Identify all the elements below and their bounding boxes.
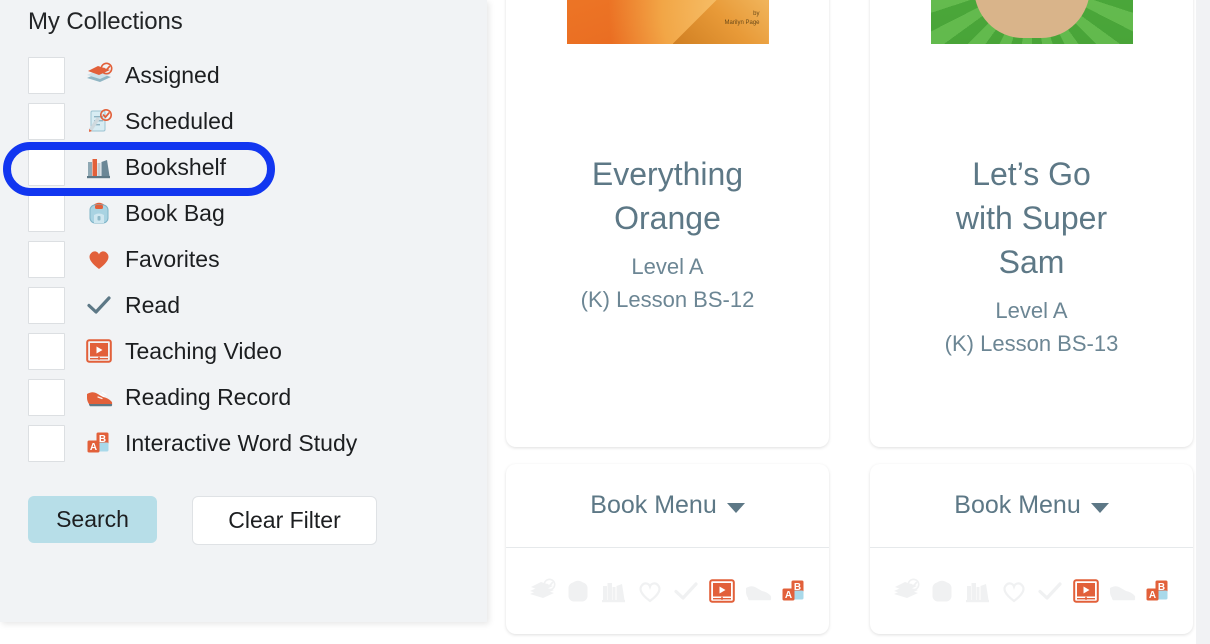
book-menu-dropdown[interactable]: Book Menu bbox=[870, 464, 1193, 548]
play-video-icon bbox=[85, 337, 113, 365]
book-title-line: with Super bbox=[955, 200, 1108, 237]
collection-label: Reading Record bbox=[125, 383, 292, 410]
book-lesson: (K) Lesson BS-12 bbox=[580, 287, 755, 313]
collection-label: Bookshelf bbox=[125, 153, 227, 180]
status-bookshelf-icon[interactable] bbox=[599, 576, 629, 606]
book-menu-card: Book Menu B A bbox=[870, 464, 1193, 634]
search-button[interactable]: Search bbox=[28, 496, 157, 543]
status-heart-icon[interactable] bbox=[635, 576, 665, 606]
status-checkmark-icon[interactable] bbox=[671, 576, 701, 606]
status-assigned-books-icon[interactable] bbox=[527, 576, 557, 606]
book-menu-card: Book Menu B A bbox=[506, 464, 829, 634]
scheduled-clipboard-icon bbox=[85, 107, 113, 135]
heart-icon bbox=[85, 245, 113, 273]
collection-filter-row-book-bag[interactable]: Book Bag bbox=[0, 190, 487, 236]
status-backpack-icon[interactable] bbox=[563, 576, 593, 606]
book-status-icons: B A bbox=[506, 548, 829, 634]
collection-label: Interactive Word Study bbox=[125, 429, 358, 456]
book-title-line: Sam bbox=[998, 244, 1065, 281]
status-assigned-books-icon[interactable] bbox=[891, 576, 921, 606]
book-title-line: Everything bbox=[591, 156, 744, 192]
collection-filter-row-scheduled[interactable]: Scheduled bbox=[0, 98, 487, 144]
status-heart-icon[interactable] bbox=[999, 576, 1029, 606]
backpack-icon bbox=[85, 199, 113, 227]
book-column-0: Orange byMarilyn Page bbox=[506, 0, 829, 644]
chevron-down-icon bbox=[1090, 503, 1109, 513]
collection-checkbox-4[interactable] bbox=[28, 240, 65, 278]
book-lesson: (K) Lesson BS-13 bbox=[944, 331, 1119, 357]
collection-filter-row-interactive-word-study[interactable]: B A Interactive Word Study bbox=[0, 420, 487, 466]
collection-filter-row-bookshelf[interactable]: Bookshelf bbox=[0, 144, 487, 190]
collection-filter-row-favorites[interactable]: Favorites bbox=[0, 236, 487, 282]
status-play-video-icon[interactable] bbox=[1071, 576, 1101, 606]
book-menu-label: Book Menu bbox=[590, 491, 717, 519]
collection-filter-row-teaching-video[interactable]: Teaching Video bbox=[0, 328, 487, 374]
status-ab-blocks-icon[interactable]: B A bbox=[779, 576, 809, 606]
status-running-shoe-icon[interactable] bbox=[1107, 576, 1137, 606]
collection-filter-row-read[interactable]: Read bbox=[0, 282, 487, 328]
book-card[interactable]: LET'S GO WITH SUPER SAM Illustrated by R… bbox=[870, 0, 1193, 447]
book-menu-label: Book Menu bbox=[954, 491, 1081, 519]
clear-filter-button[interactable]: Clear Filter bbox=[192, 496, 377, 545]
status-running-shoe-icon[interactable] bbox=[743, 576, 773, 606]
right-gutter bbox=[1196, 0, 1210, 644]
book-cover-image: Orange byMarilyn Page bbox=[566, 0, 769, 44]
book-menu-dropdown[interactable]: Book Menu bbox=[506, 464, 829, 548]
svg-text:A: A bbox=[1148, 590, 1155, 601]
book-cover-wrapper: LET'S GO WITH SUPER SAM Illustrated by R… bbox=[870, 0, 1193, 44]
book-column-1: LET'S GO WITH SUPER SAM Illustrated by R… bbox=[870, 0, 1193, 644]
status-play-video-icon[interactable] bbox=[707, 576, 737, 606]
checkmark-icon bbox=[85, 291, 113, 319]
ab-blocks-icon: B A bbox=[85, 429, 113, 457]
collection-label: Scheduled bbox=[125, 107, 234, 134]
book-card[interactable]: Orange byMarilyn Page bbox=[506, 0, 829, 447]
bookshelf-icon bbox=[85, 153, 113, 181]
collection-label: Assigned bbox=[125, 61, 220, 88]
collections-filter-list: Assigned Scheduled Bookshelf Book Bag Fa… bbox=[0, 52, 487, 466]
status-checkmark-icon[interactable] bbox=[1035, 576, 1065, 606]
svg-text:A: A bbox=[90, 442, 97, 453]
collection-checkbox-2[interactable] bbox=[28, 148, 65, 186]
book-title: Everything Orange bbox=[524, 152, 811, 240]
book-cover-image: LET'S GO WITH SUPER SAM Illustrated by R… bbox=[930, 0, 1133, 44]
book-status-icons: B A bbox=[870, 548, 1193, 634]
book-title-line: Orange bbox=[614, 200, 721, 237]
book-title-line: Let’s Go bbox=[972, 156, 1091, 192]
status-ab-blocks-icon[interactable]: B A bbox=[1143, 576, 1173, 606]
running-shoe-icon bbox=[85, 383, 113, 411]
collection-checkbox-5[interactable] bbox=[28, 286, 65, 324]
collection-checkbox-3[interactable] bbox=[28, 194, 65, 232]
collection-checkbox-0[interactable] bbox=[28, 56, 65, 94]
collection-checkbox-1[interactable] bbox=[28, 102, 65, 140]
book-details: Let’s Go with Super Sam Level A (K) Lesson… bbox=[870, 152, 1193, 357]
collection-checkbox-7[interactable] bbox=[28, 378, 65, 416]
book-details: Everything Orange Level A (K) Lesson BS-1… bbox=[506, 152, 829, 313]
status-bookshelf-icon[interactable] bbox=[963, 576, 993, 606]
collection-label: Read bbox=[125, 291, 180, 318]
book-title: Let’s Go with Super Sam bbox=[888, 152, 1175, 284]
collection-label: Teaching Video bbox=[125, 337, 282, 364]
filter-sidebar: My Collections Assigned Scheduled Booksh… bbox=[0, 0, 487, 622]
filter-actions: Search Clear Filter bbox=[28, 496, 377, 545]
collection-label: Favorites bbox=[125, 245, 220, 272]
status-backpack-icon[interactable] bbox=[927, 576, 957, 606]
book-level: Level A bbox=[995, 298, 1068, 324]
cover-byline: by Marilyn Page bbox=[724, 11, 760, 26]
assigned-books-icon bbox=[85, 61, 113, 89]
book-level: Level A bbox=[631, 254, 704, 280]
chevron-down-icon bbox=[726, 503, 745, 513]
collection-checkbox-8[interactable] bbox=[28, 424, 65, 462]
svg-text:A: A bbox=[784, 590, 791, 601]
my-collections-heading: My Collections bbox=[28, 8, 183, 35]
collection-checkbox-6[interactable] bbox=[28, 332, 65, 370]
collection-filter-row-reading-record[interactable]: Reading Record bbox=[0, 374, 487, 420]
book-cover-wrapper: Orange byMarilyn Page bbox=[506, 0, 829, 44]
collection-label: Book Bag bbox=[125, 199, 225, 226]
app-screen: My Collections Assigned Scheduled Booksh… bbox=[0, 0, 1210, 644]
collection-filter-row-assigned[interactable]: Assigned bbox=[0, 52, 487, 98]
